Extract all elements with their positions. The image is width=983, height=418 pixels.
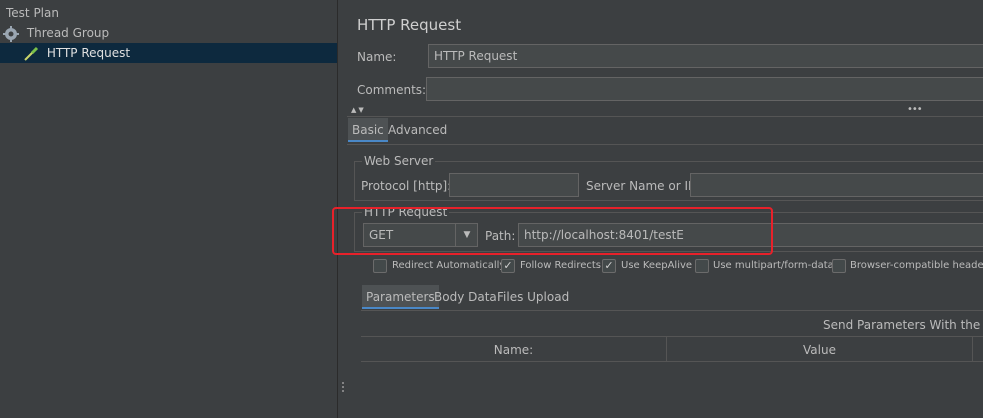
- browser-compatible-headers-label: Browser-compatible headers: [850, 260, 983, 271]
- tab-files-upload[interactable]: Files Upload: [493, 285, 573, 309]
- page-title: HTTP Request: [357, 16, 462, 34]
- server-name-field[interactable]: [690, 173, 983, 197]
- gear-icon: [3, 25, 19, 42]
- tab-parameters[interactable]: Parameters: [362, 285, 439, 309]
- multipart-form-data-label: Use multipart/form-data: [713, 260, 834, 271]
- pipette-icon: [23, 46, 39, 62]
- column-header-extra: [973, 336, 983, 362]
- tab-body-data[interactable]: Body Data: [430, 285, 501, 309]
- redirect-automatically-label: Redirect Automatically: [392, 260, 506, 271]
- collapse-arrows-icon[interactable]: ▲▼: [351, 106, 366, 114]
- follow-redirects-checkbox[interactable]: ✓: [501, 259, 515, 273]
- test-plan-tree: Test Plan Thread Group HTTP Request: [0, 0, 337, 418]
- tab-basic[interactable]: Basic: [348, 118, 388, 142]
- send-parameters-label: Send Parameters With the Requ: [823, 318, 983, 332]
- column-header-value[interactable]: Value: [667, 336, 973, 362]
- http-request-panel: HTTP Request Name: HTTP Request Comments…: [332, 0, 983, 418]
- tree-item-label: Test Plan: [6, 6, 59, 20]
- highlight-box: [332, 207, 773, 255]
- server-name-label: Server Name or IP:: [586, 179, 700, 193]
- name-label: Name:: [357, 50, 397, 64]
- browser-compatible-headers-checkbox[interactable]: [832, 259, 846, 273]
- divider: [361, 310, 983, 311]
- name-field[interactable]: HTTP Request: [428, 44, 983, 68]
- redirect-automatically-checkbox[interactable]: [373, 259, 387, 273]
- drag-handle-icon[interactable]: •••: [907, 104, 923, 115]
- web-server-title: Web Server: [362, 154, 436, 168]
- use-keepalive-label: Use KeepAlive: [621, 260, 693, 271]
- tree-item-http-request[interactable]: HTTP Request: [0, 43, 337, 63]
- protocol-field[interactable]: [449, 173, 579, 197]
- tree-item-thread-group[interactable]: Thread Group: [0, 23, 337, 43]
- comments-field[interactable]: [426, 77, 983, 101]
- multipart-form-data-checkbox[interactable]: [695, 259, 709, 273]
- use-keepalive-checkbox[interactable]: ✓: [602, 259, 616, 273]
- tree-item-label: HTTP Request: [46, 46, 131, 60]
- column-header-name[interactable]: Name:: [361, 336, 667, 362]
- comments-label: Comments:: [357, 83, 427, 97]
- tree-item-label: Thread Group: [26, 26, 110, 40]
- tree-item-test-plan[interactable]: Test Plan: [0, 3, 337, 23]
- splitter-grip-dot: [342, 386, 344, 388]
- tab-advanced[interactable]: Advanced: [384, 118, 451, 142]
- divider: [347, 144, 983, 145]
- protocol-label: Protocol [http]:: [361, 179, 452, 193]
- splitter-grip-dot: [342, 390, 344, 392]
- divider: [347, 116, 983, 117]
- splitter-grip-dot: [342, 382, 344, 384]
- follow-redirects-label: Follow Redirects: [520, 260, 601, 271]
